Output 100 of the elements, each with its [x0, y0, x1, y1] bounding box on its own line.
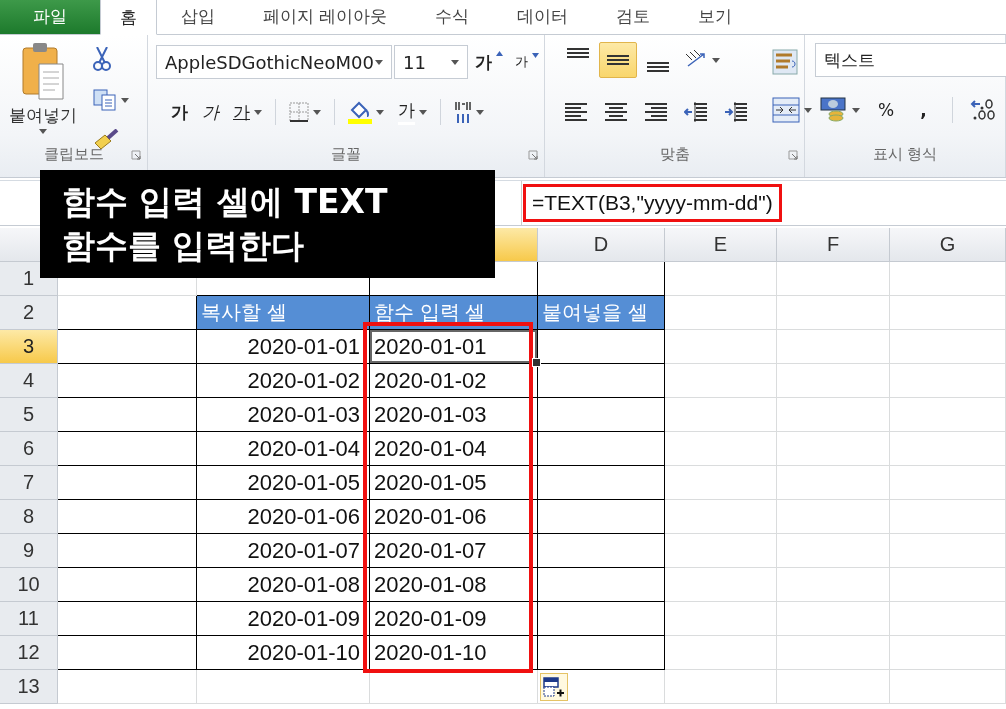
- formula-text[interactable]: =TEXT(B3,"yyyy-mm-dd"): [523, 184, 782, 222]
- align-bottom-icon: [646, 62, 670, 72]
- font-size-dropdown[interactable]: 11: [394, 45, 468, 79]
- table-cell: 2020-01-10: [197, 636, 370, 670]
- caret-icon: [39, 129, 47, 134]
- table-cell: 2020-01-08: [197, 568, 370, 602]
- column-header: E: [665, 228, 777, 262]
- ribbon-tab[interactable]: 파일: [0, 0, 100, 34]
- table-cell: 2020-01-05: [370, 466, 538, 500]
- grow-font-button[interactable]: 가: [470, 46, 508, 78]
- ribbon-tab[interactable]: 검토: [592, 0, 675, 34]
- caret-icon: [804, 107, 812, 113]
- align-left-icon: [564, 102, 588, 122]
- caret-icon: [121, 97, 129, 103]
- ribbon-tab[interactable]: 보기: [674, 0, 757, 34]
- table-cell: 2020-01-04: [370, 432, 538, 466]
- row-header: 6: [0, 432, 58, 466]
- down-triangle-icon: [532, 53, 539, 58]
- table-cell: 2020-01-03: [197, 398, 370, 432]
- row-header: 11: [0, 602, 58, 636]
- align-top-icon: [566, 48, 590, 58]
- table-cell: 2020-01-07: [370, 534, 538, 568]
- table-cell: 2020-01-01: [197, 330, 370, 364]
- caret-icon: [419, 109, 427, 115]
- borders-icon: [289, 102, 309, 122]
- row-header: 5: [0, 398, 58, 432]
- indent-icon: [724, 102, 748, 122]
- percent-style-button[interactable]: %: [873, 96, 900, 124]
- clipboard-icon: [21, 42, 65, 100]
- column-header: D: [538, 228, 665, 262]
- ribbon-tab[interactable]: 페이지 레이아웃: [239, 0, 412, 34]
- middle-align-button[interactable]: [599, 42, 637, 78]
- italic-button[interactable]: 가: [197, 96, 224, 128]
- dialog-launcher-icon[interactable]: [131, 150, 141, 160]
- table-cell: 2020-01-05: [197, 466, 370, 500]
- wrap-text-icon: [772, 49, 798, 75]
- table-cell: 2020-01-06: [197, 500, 370, 534]
- up-triangle-icon: [496, 50, 503, 56]
- ribbon-tab[interactable]: 수식: [411, 0, 494, 34]
- diagonal-arrow-icon: [684, 50, 708, 70]
- caret-icon: [313, 109, 321, 115]
- caret-icon: [451, 59, 459, 65]
- table-cell: 2020-01-08: [370, 568, 538, 602]
- paste-options-icon: [543, 675, 565, 698]
- dialog-launcher-icon[interactable]: [788, 150, 798, 160]
- indent-icon: [684, 102, 708, 122]
- paste-options-button[interactable]: [540, 672, 568, 701]
- number-format-dropdown[interactable]: 텍스트: [815, 43, 1006, 77]
- align-right-icon: [644, 102, 668, 122]
- banknote-coins-icon: [820, 97, 848, 123]
- row-header: 9: [0, 534, 58, 568]
- group-label: 클립보드: [43, 145, 104, 164]
- table-cell: 2020-01-07: [197, 534, 370, 568]
- caret-icon: [476, 109, 484, 115]
- paint-bucket-icon: [348, 100, 372, 124]
- annotation-tooltip: 함수 입력 셀에 TEXT 함수를 입력한다: [40, 170, 495, 278]
- scissors-icon: [93, 47, 111, 71]
- dialog-launcher-icon[interactable]: [528, 150, 538, 160]
- paste-button[interactable]: 붙여넣기: [8, 41, 78, 145]
- group-label: 표시 형식: [872, 145, 938, 164]
- table-cell: 2020-01-10: [370, 636, 538, 670]
- row-header: 10: [0, 568, 58, 602]
- table-cell: 2020-01-09: [370, 602, 538, 636]
- row-header: 13: [0, 670, 58, 704]
- font-name-dropdown[interactable]: AppleSDGothicNeoM00: [156, 45, 392, 79]
- table-cell: 2020-01-02: [370, 364, 538, 398]
- caret-icon: [376, 109, 384, 115]
- table-cell: 2020-01-06: [370, 500, 538, 534]
- group-label: 글꼴: [331, 145, 361, 164]
- row-header: 3: [0, 330, 58, 364]
- fill-handle[interactable]: [532, 358, 541, 367]
- row-header: 4: [0, 364, 58, 398]
- merge-cells-icon: [772, 97, 800, 123]
- row-header: 12: [0, 636, 58, 670]
- row-header: 2: [0, 296, 58, 330]
- table-cell: 2020-01-04: [197, 432, 370, 466]
- phonetic-guide-icon: [454, 100, 472, 124]
- comma-style-button[interactable]: ,: [907, 96, 940, 124]
- column-heading: 붙여넣을 셀: [538, 296, 665, 330]
- bold-button[interactable]: 가: [166, 96, 193, 128]
- decimal-arrow-icon: [969, 99, 996, 121]
- row-header: 7: [0, 466, 58, 500]
- ribbon-tab[interactable]: 데이터: [493, 0, 593, 34]
- group-label: 맞춤: [659, 145, 690, 164]
- font-color-button[interactable]: 가: [393, 95, 432, 129]
- column-heading: 복사할 셀: [197, 296, 370, 330]
- column-header: F: [777, 228, 890, 262]
- copy-icon: [93, 89, 117, 111]
- table-cell: 2020-01-01: [370, 330, 538, 364]
- ribbon-tab[interactable]: 삽입: [157, 0, 239, 34]
- underline-button[interactable]: 가: [228, 96, 267, 128]
- align-middle-icon: [606, 55, 630, 65]
- row-header: 8: [0, 500, 58, 534]
- align-center-icon: [604, 102, 628, 122]
- table-cell: 2020-01-02: [197, 364, 370, 398]
- table-cell: 2020-01-09: [197, 602, 370, 636]
- shrink-font-button[interactable]: 가: [510, 49, 544, 75]
- column-header: G: [890, 228, 1006, 262]
- ribbon-tab[interactable]: 홈: [100, 0, 157, 35]
- caret-icon: [254, 109, 262, 115]
